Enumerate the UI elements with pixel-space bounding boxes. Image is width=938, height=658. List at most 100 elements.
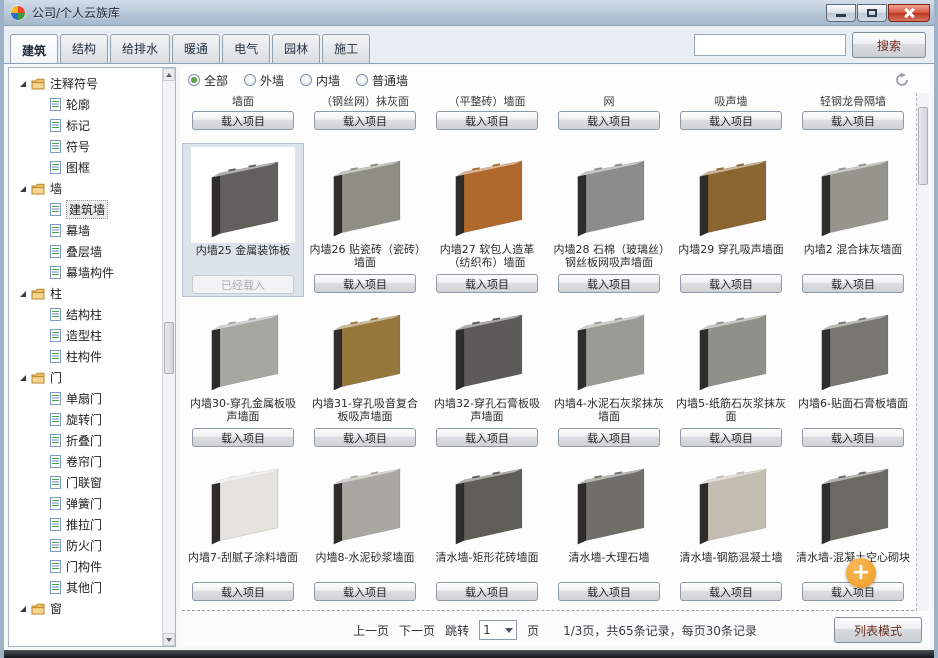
list-mode-button[interactable]: 列表模式 [834,617,922,643]
expand-triangle-icon[interactable] [20,186,26,192]
load-project-button[interactable]: 载入项目 [314,274,416,293]
scroll-up-icon[interactable] [163,68,175,81]
family-card-9[interactable]: 内墙32-穿孔石膏板吸声墙面载入项目 [426,297,548,451]
load-project-button[interactable]: 载入项目 [680,582,782,601]
expand-triangle-icon[interactable] [20,375,26,381]
load-project-button[interactable]: 载入项目 [802,111,904,130]
expand-triangle-icon[interactable] [20,81,26,87]
load-project-button[interactable]: 载入项目 [314,428,416,447]
sidebar-item-4[interactable]: 符号 [10,136,161,157]
expand-triangle-icon[interactable] [20,291,26,297]
sidebar-item-10[interactable]: 幕墙构件 [10,262,161,283]
sidebar-item-21[interactable]: 弹簧门 [10,493,161,514]
refresh-icon[interactable] [894,72,910,88]
tab-5[interactable]: 电气 [222,34,270,63]
sidebar-scrollbar[interactable] [162,68,175,646]
load-project-button[interactable]: 载入项目 [436,274,538,293]
close-button[interactable] [888,4,930,22]
load-project-button[interactable]: 载入项目 [436,582,538,601]
sidebar-item-6[interactable]: 墙 [10,178,161,199]
load-project-button[interactable]: 载入项目 [802,428,904,447]
grid-scrollbar[interactable] [916,93,929,611]
sidebar-item-26[interactable]: 窗 [10,598,161,619]
wall-filter-radio-1[interactable]: 全部 [188,72,228,89]
tab-6[interactable]: 园林 [272,34,320,63]
tab-7[interactable]: 施工 [322,34,370,63]
load-project-button[interactable]: 载入项目 [558,428,660,447]
load-project-button[interactable]: 载入项目 [436,111,538,130]
family-card-7[interactable]: 内墙30-穿孔金属板吸声墙面载入项目 [182,297,304,451]
sidebar-item-7[interactable]: 建筑墙 [10,199,161,220]
tab-4[interactable]: 暖通 [172,34,220,63]
load-project-button[interactable]: 载入项目 [314,111,416,130]
family-card-2[interactable]: 内墙26 贴瓷砖（瓷砖）墙面载入项目 [304,143,426,297]
tab-2[interactable]: 结构 [60,34,108,63]
sidebar-item-14[interactable]: 柱构件 [10,346,161,367]
next-page-link[interactable]: 下一页 [399,622,435,639]
search-button[interactable]: 搜索 [852,32,926,58]
grid-scroll-thumb[interactable] [918,107,928,185]
family-card-11[interactable]: 内墙5-纸筋石灰浆抹灰面载入项目 [670,297,792,451]
scroll-down-icon[interactable] [163,633,175,646]
sidebar-item-15[interactable]: 门 [10,367,161,388]
sidebar-item-18[interactable]: 折叠门 [10,430,161,451]
load-project-button[interactable]: 载入项目 [802,274,904,293]
family-card-12[interactable]: 内墙6-贴面石膏板墙面载入项目 [792,297,914,451]
tab-1[interactable]: 建筑 [10,34,58,63]
sidebar-item-2[interactable]: 轮廓 [10,94,161,115]
family-card-4[interactable]: 内墙28 石棉（玻璃丝）钢丝板网吸声墙面载入项目 [548,143,670,297]
sidebar-item-17[interactable]: 旋转门 [10,409,161,430]
prev-page-link[interactable]: 上一页 [353,622,389,639]
add-family-button[interactable]: + [846,558,876,588]
wall-filter-radio-3[interactable]: 内墙 [300,72,340,89]
wall-filter-radio-2[interactable]: 外墙 [244,72,284,89]
load-project-button[interactable]: 载入项目 [558,582,660,601]
load-project-button[interactable]: 载入项目 [558,274,660,293]
sidebar-scroll-thumb[interactable] [164,322,174,374]
load-project-button[interactable]: 载入项目 [680,428,782,447]
wall-thumbnail [557,300,661,396]
family-card-17[interactable]: 清水墙-钢筋混凝土墙载入项目 [670,451,792,605]
family-card-14[interactable]: 内墙8-水泥砂浆墙面载入项目 [304,451,426,605]
family-card-8[interactable]: 内墙31-穿孔吸音复合板吸声墙面载入项目 [304,297,426,451]
family-card-1[interactable]: 内墙25 金属装饰板已经载入 [182,143,304,297]
family-card-15[interactable]: 清水墙-矩形花砖墙面载入项目 [426,451,548,605]
sidebar-item-1[interactable]: 注释符号 [10,73,161,94]
family-card-16[interactable]: 清水墙-大理石墙载入项目 [548,451,670,605]
load-project-button[interactable]: 载入项目 [680,111,782,130]
sidebar-item-24[interactable]: 门构件 [10,556,161,577]
tab-3[interactable]: 给排水 [110,34,170,63]
minimize-button[interactable] [826,4,856,22]
sidebar-item-9[interactable]: 叠层墙 [10,241,161,262]
sidebar-item-11[interactable]: 柱 [10,283,161,304]
search-input[interactable] [694,34,846,56]
sidebar-item-13[interactable]: 造型柱 [10,325,161,346]
expand-triangle-icon[interactable] [20,606,26,612]
sidebar-item-23[interactable]: 防火门 [10,535,161,556]
sidebar-item-3[interactable]: 标记 [10,115,161,136]
sidebar-item-20[interactable]: 门联窗 [10,472,161,493]
family-card-13[interactable]: 内墙7-刮腻子涂料墙面载入项目 [182,451,304,605]
sidebar-item-12[interactable]: 结构柱 [10,304,161,325]
load-project-button[interactable]: 载入项目 [680,274,782,293]
load-project-button[interactable]: 载入项目 [558,111,660,130]
family-card-10[interactable]: 内墙4-水泥石灰浆抹灰墙面载入项目 [548,297,670,451]
family-card-5[interactable]: 内墙29 穿孔吸声墙面载入项目 [670,143,792,297]
load-project-button[interactable]: 载入项目 [192,428,294,447]
sidebar-item-5[interactable]: 图框 [10,157,161,178]
sidebar-item-19[interactable]: 卷帘门 [10,451,161,472]
load-project-button[interactable]: 载入项目 [192,582,294,601]
sidebar-item-25[interactable]: 其他门 [10,577,161,598]
sidebar-item-8[interactable]: 幕墙 [10,220,161,241]
page-select[interactable]: 1 [479,620,517,640]
family-card-3[interactable]: 内墙27 软包人造革（纺织布）墙面载入项目 [426,143,548,297]
family-card-6[interactable]: 内墙2 混合抹灰墙面载入项目 [792,143,914,297]
load-project-button[interactable]: 载入项目 [436,428,538,447]
maximize-button[interactable] [857,4,887,22]
wall-filter-radio-4[interactable]: 普通墙 [356,72,408,89]
load-project-button[interactable]: 载入项目 [192,111,294,130]
load-project-button[interactable]: 载入项目 [314,582,416,601]
sidebar-item-16[interactable]: 单扇门 [10,388,161,409]
sidebar-item-label: 窗 [50,600,62,617]
sidebar-item-22[interactable]: 推拉门 [10,514,161,535]
